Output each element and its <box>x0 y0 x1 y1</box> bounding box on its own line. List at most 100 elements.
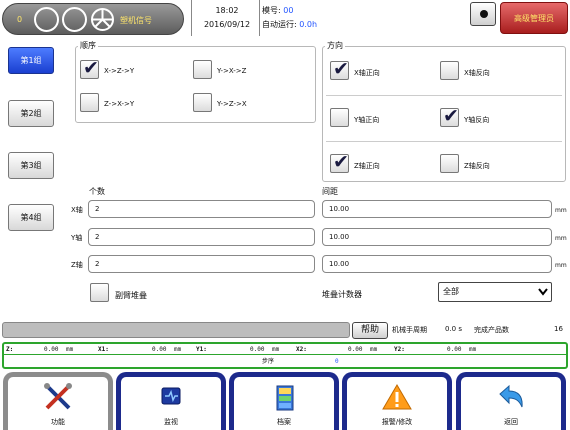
unit-label: mm <box>555 207 567 214</box>
z-count-input[interactable]: 2 <box>88 255 315 273</box>
clock: 18:02 2016/09/12 <box>197 4 257 32</box>
order-option-yzx-checkbox[interactable] <box>193 93 212 112</box>
steering-wheel-icon <box>91 8 114 31</box>
coord-value: 0.00 <box>152 346 167 353</box>
direction-option-label: X轴反向 <box>464 69 490 77</box>
nav-archive-button[interactable]: 档案 <box>229 372 339 430</box>
file-cabinet-icon <box>276 385 294 411</box>
axis-coordinates-panel: Z: 0.00 mm X1: 0.00 mm Y1: 0.00 mm X2: 0… <box>2 342 568 369</box>
x-axis-label: X轴 <box>71 206 83 214</box>
return-arrow-icon <box>499 384 523 408</box>
monitor-icon <box>161 387 181 405</box>
counter-value: 0 <box>17 15 23 24</box>
products-value: 16 <box>554 325 563 333</box>
group-4-button[interactable]: 第4组 <box>8 204 54 231</box>
stack-counter-value: 全部 <box>443 287 459 296</box>
sub-stack-label: 副臂堆叠 <box>115 291 147 300</box>
coord-value: 0.00 <box>348 346 363 353</box>
z-spacing-input[interactable]: 10.00 <box>322 255 552 273</box>
program-info: 模号: 00 自动运行: 0.0h <box>262 4 317 32</box>
count-title: 个数 <box>89 187 105 196</box>
mold-label: 模号: <box>262 6 284 15</box>
cycle-value: 0.0 s <box>445 325 463 333</box>
clock-date: 2016/09/12 <box>203 20 251 29</box>
order-option-label: Y->Z->X <box>217 100 247 108</box>
y-negative-checkbox[interactable]: ✔ <box>440 105 459 127</box>
y-count-input[interactable]: 2 <box>88 228 315 246</box>
nav-return-button[interactable]: 返回 <box>456 372 566 430</box>
step-row: 步序 0 <box>4 356 566 367</box>
coordinate-row: Z: 0.00 mm X1: 0.00 mm Y1: 0.00 mm X2: 0… <box>4 344 566 355</box>
coord-unit: mm <box>370 346 378 353</box>
direction-option-label: Z轴反向 <box>464 162 490 170</box>
step-value: 0 <box>335 358 339 365</box>
order-option-label: Z->X->Y <box>104 100 135 108</box>
check-mark-icon: ✔ <box>333 58 349 80</box>
user-role-button[interactable]: 高级管理员 <box>500 2 568 34</box>
y-positive-checkbox[interactable] <box>330 108 349 127</box>
autorun-value: 0.0h <box>299 20 318 29</box>
coord-unit: mm <box>469 346 477 353</box>
z-positive-checkbox[interactable]: ✔ <box>330 151 349 173</box>
direction-option-label: Z轴正向 <box>354 162 380 170</box>
coord-label: Y1: <box>196 346 207 353</box>
step-label: 步序 <box>262 358 275 365</box>
signal-ring-icon <box>62 7 87 32</box>
z-negative-checkbox[interactable] <box>440 154 459 173</box>
order-title: 顺序 <box>78 40 98 51</box>
nav-label: 返回 <box>504 418 518 426</box>
unit-label: mm <box>555 235 567 242</box>
nav-monitor-button[interactable]: 监视 <box>116 372 226 430</box>
stack-counter-select[interactable]: 全部 <box>438 282 552 302</box>
x-positive-checkbox[interactable]: ✔ <box>330 58 349 80</box>
mold-value: 00 <box>283 6 294 15</box>
order-option-xzy-checkbox[interactable]: ✔ <box>80 57 99 79</box>
signal-ring-icon <box>34 7 59 32</box>
status-bar <box>2 322 350 338</box>
order-option-yxz-checkbox[interactable] <box>193 60 212 79</box>
x-negative-checkbox[interactable] <box>440 61 459 80</box>
order-option-zxy-checkbox[interactable] <box>80 93 99 112</box>
nav-label: 档案 <box>277 418 291 426</box>
coord-unit: mm <box>272 346 280 353</box>
nav-function-button[interactable]: 功能 <box>3 372 113 430</box>
nav-label: 报警/修改 <box>381 418 413 426</box>
coord-value: 0.00 <box>44 346 59 353</box>
x-count-input[interactable]: 2 <box>88 200 315 218</box>
record-dot-icon <box>480 10 488 18</box>
x-spacing-input[interactable]: 10.00 <box>322 200 552 218</box>
order-option-label: Y->X->Z <box>217 67 247 75</box>
plc-signal-label: 塑机信号 <box>120 16 152 25</box>
direction-option-label: Y轴正向 <box>354 116 380 124</box>
stack-counter-label: 堆叠计数器 <box>322 290 362 299</box>
group-2-button[interactable]: 第2组 <box>8 100 54 127</box>
y-spacing-input[interactable]: 10.00 <box>322 228 552 246</box>
unit-label: mm <box>555 262 567 269</box>
tools-icon <box>44 383 72 410</box>
direction-option-label: X轴正向 <box>354 69 380 77</box>
clock-time: 18:02 <box>215 6 239 15</box>
group-3-button[interactable]: 第3组 <box>8 152 54 179</box>
coord-label: X1: <box>98 346 109 353</box>
nav-alarm-button[interactable]: 报警/修改 <box>342 372 452 430</box>
autorun-label: 自动运行: <box>262 20 300 29</box>
coord-label: X2: <box>296 346 307 353</box>
io-status-pill: 0 塑机信号 <box>2 3 184 35</box>
sub-stack-checkbox[interactable] <box>90 283 109 302</box>
nav-label: 功能 <box>51 418 65 426</box>
divider <box>191 0 192 36</box>
z-axis-label: Z轴 <box>71 261 83 269</box>
order-option-label: X->Z->Y <box>104 67 135 75</box>
direction-title: 方向 <box>325 40 345 51</box>
y-axis-label: Y轴 <box>71 234 83 242</box>
check-mark-icon: ✔ <box>443 105 459 127</box>
help-button[interactable]: 帮助 <box>352 322 388 339</box>
record-button[interactable] <box>470 2 496 26</box>
group-1-button[interactable]: 第1组 <box>8 47 54 74</box>
check-mark-icon: ✔ <box>333 151 349 173</box>
coord-unit: mm <box>174 346 182 353</box>
warning-icon <box>382 384 412 410</box>
coord-value: 0.00 <box>250 346 265 353</box>
coord-label: Z: <box>6 346 14 353</box>
chevron-down-icon <box>538 288 548 296</box>
